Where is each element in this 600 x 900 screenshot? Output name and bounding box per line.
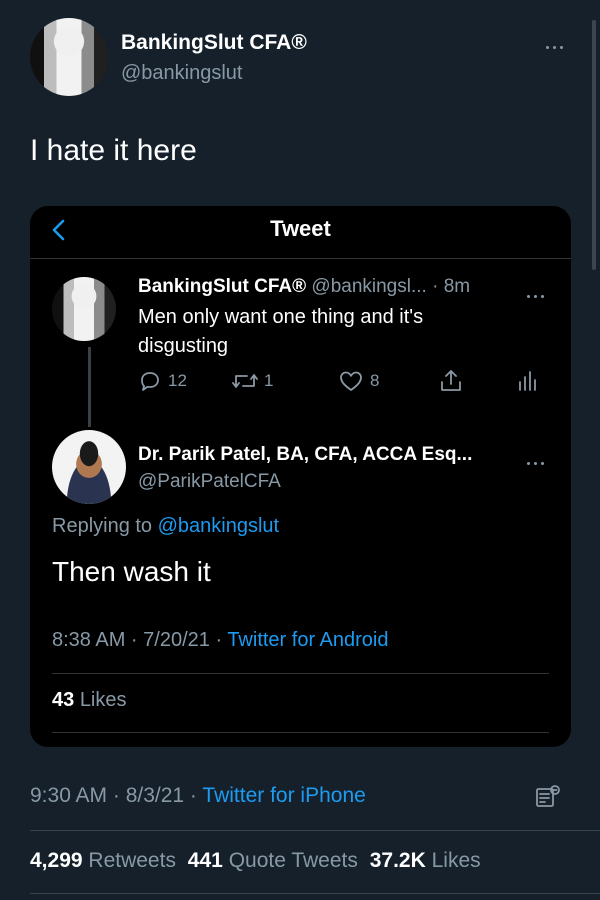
- author-avatar-image: [30, 18, 108, 96]
- parent-display-name[interactable]: BankingSlut CFA®: [138, 276, 306, 297]
- tweet-timestamp: 9:30 AM · 8/3/21 ·: [30, 784, 197, 807]
- parent-handle-time[interactable]: @bankingsl... · 8m: [311, 276, 470, 297]
- quote-tweets-count: 441: [187, 849, 223, 872]
- likes-count: 37.2K: [369, 849, 426, 872]
- scrollbar[interactable]: [592, 20, 596, 270]
- parent-avatar[interactable]: [52, 277, 116, 341]
- reply-divider: [52, 673, 549, 674]
- parent-more-icon[interactable]: [525, 285, 546, 303]
- parent-text: Men only want one thing and it's disgust…: [138, 306, 424, 357]
- analytics-icon[interactable]: [516, 369, 538, 398]
- reply-timestamp: 8:38 AM · 7/20/21 ·: [52, 629, 223, 651]
- author-handle[interactable]: @bankingslut: [121, 62, 242, 85]
- retweet-action[interactable]: 1: [230, 368, 273, 394]
- likes-stat[interactable]: 37.2K Likes: [370, 849, 481, 872]
- view-activity-icon[interactable]: [532, 782, 562, 817]
- reply-count: 12: [168, 371, 187, 390]
- tweet-divider: [30, 830, 600, 831]
- retweets-count: 4,299: [30, 849, 83, 872]
- header-divider: [30, 258, 571, 259]
- reply-icon: [141, 372, 159, 391]
- retweets-label: Retweets: [88, 849, 176, 872]
- likes-label: Likes: [431, 849, 481, 872]
- more-options-icon[interactable]: [544, 36, 565, 54]
- card-header-title: Tweet: [270, 216, 331, 241]
- like-count: 8: [370, 371, 380, 390]
- reply-avatar[interactable]: [52, 430, 126, 504]
- retweet-icon: [232, 374, 258, 388]
- like-action[interactable]: 8: [338, 368, 379, 394]
- reply-more-icon[interactable]: [525, 452, 546, 470]
- tweet-stats: 4,299 Retweets 441 Quote Tweets 37.2K Li…: [30, 849, 481, 873]
- reply-likes-label: Likes: [79, 689, 127, 711]
- quote-tweets-label: Quote Tweets: [228, 849, 358, 872]
- reply-display-name[interactable]: Dr. Parik Patel, BA, CFA, ACCA Esq...: [138, 444, 472, 466]
- reply-meta: 8:38 AM · 7/20/21 · Twitter for Android: [52, 629, 389, 652]
- author-avatar[interactable]: [30, 18, 108, 96]
- reply-action[interactable]: 12: [138, 368, 187, 394]
- tweet-text: I hate it here: [30, 134, 197, 167]
- replying-to-prefix: Replying to: [52, 515, 153, 537]
- stats-divider: [30, 893, 600, 894]
- reply-text: Then wash it: [52, 556, 211, 587]
- retweet-count: 1: [264, 371, 274, 390]
- share-icon[interactable]: [438, 368, 464, 399]
- reply-likes[interactable]: 43 Likes: [52, 689, 127, 712]
- retweets-stat[interactable]: 4,299 Retweets: [30, 849, 182, 872]
- tweet-client-link[interactable]: Twitter for iPhone: [202, 784, 365, 807]
- thread-line: [88, 347, 91, 427]
- parent-avatar-image: [52, 277, 116, 341]
- author-display-name[interactable]: BankingSlut CFA®: [121, 31, 307, 55]
- quote-tweets-stat[interactable]: 441 Quote Tweets: [188, 849, 364, 872]
- embedded-tweet-card[interactable]: Tweet BankingSlut CFA® @bankingsl... · 8…: [30, 206, 571, 747]
- parent-header: BankingSlut CFA® @bankingsl... · 8m: [138, 276, 558, 298]
- reply-bottom-divider: [52, 732, 549, 733]
- reply-likes-count: 43: [52, 689, 75, 711]
- replying-to-handle[interactable]: @bankingslut: [158, 515, 279, 537]
- reply-client-link[interactable]: Twitter for Android: [227, 629, 388, 651]
- replying-to-line: Replying to @bankingslut: [52, 515, 279, 538]
- heart-icon: [340, 371, 362, 391]
- tweet-meta: 9:30 AM · 8/3/21 · Twitter for iPhone: [30, 784, 366, 808]
- reply-avatar-image: [52, 430, 126, 504]
- reply-handle[interactable]: @ParikPatelCFA: [138, 471, 281, 493]
